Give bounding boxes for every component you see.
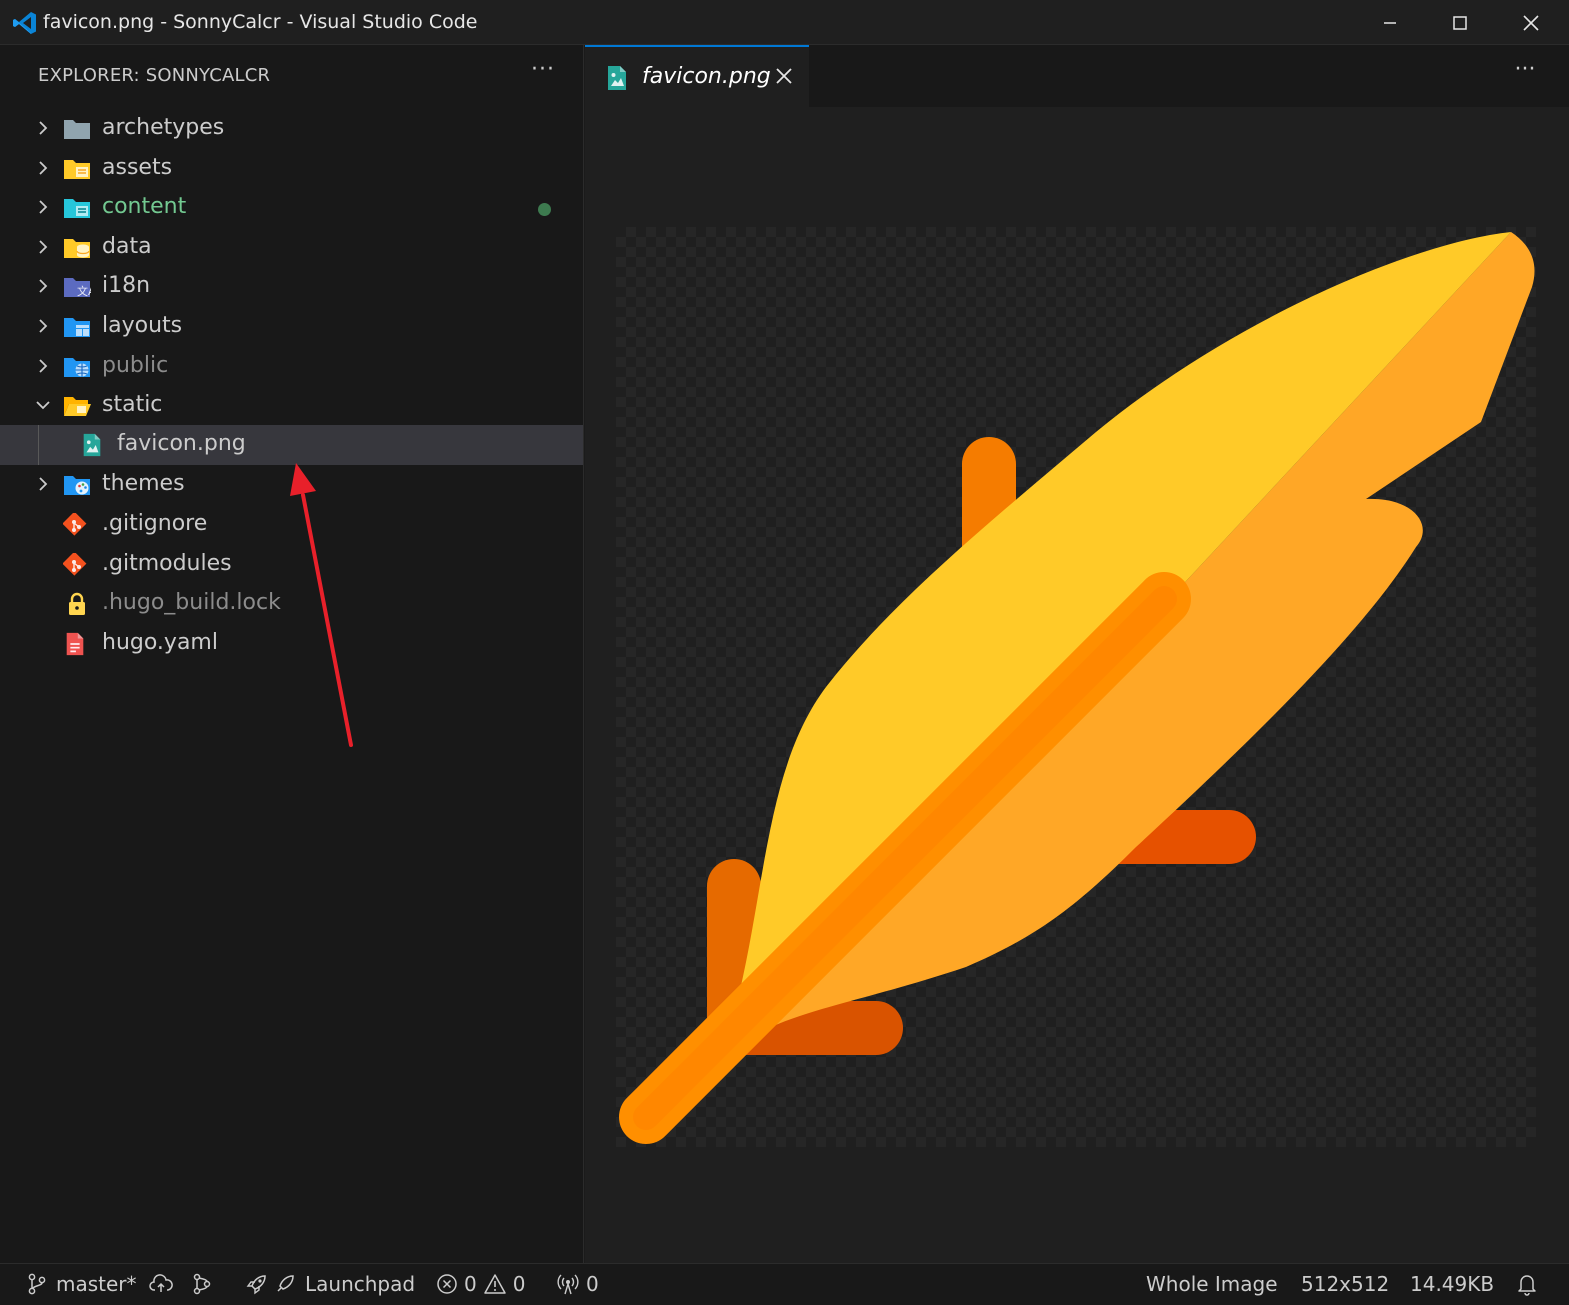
tree-item-static[interactable]: static — [0, 386, 583, 426]
git-icon — [63, 553, 87, 576]
folder-layouts-icon — [64, 318, 90, 337]
git-branch-icon — [28, 1273, 46, 1295]
image-preview[interactable] — [616, 227, 1536, 1147]
image-file-icon — [83, 433, 101, 457]
maximize-button[interactable] — [1425, 0, 1495, 45]
tree-item-label: .hugo_build.lock — [102, 590, 281, 615]
tab-favicon-png[interactable]: favicon.png — [585, 45, 809, 107]
tree-item-label: assets — [102, 155, 173, 180]
ports-status[interactable]: 0 — [556, 1272, 599, 1296]
chevron-right-icon — [39, 279, 48, 293]
warning-count: 0 — [512, 1272, 526, 1296]
launchpad-label: Launchpad — [305, 1272, 416, 1296]
tree-item-label: .gitignore — [102, 511, 208, 536]
folder-i18n-icon: 文A — [64, 278, 91, 298]
folder-themes-icon — [64, 476, 90, 495]
tree-item-label: public — [102, 353, 169, 378]
tree-item-favicon[interactable]: favicon.png — [0, 425, 583, 465]
tree-item-label: favicon.png — [117, 431, 246, 456]
tree-item-archetypes[interactable]: archetypes — [0, 109, 583, 149]
branch-name: master* — [56, 1272, 137, 1296]
warning-icon — [483, 1274, 506, 1294]
folder-open-icon — [64, 397, 91, 416]
tree-item-label: hugo.yaml — [102, 630, 218, 655]
git-graph-button[interactable] — [190, 1272, 214, 1296]
explorer-sidebar: EXPLORER: SONNYCALCR ··· archetypes asse… — [0, 45, 584, 1263]
folder-content-icon — [64, 199, 90, 218]
window-title: favicon.png - SonnyCalcr - Visual Studio… — [43, 11, 478, 33]
tree-item-layouts[interactable]: layouts — [0, 307, 583, 347]
tree-item-label: static — [102, 392, 163, 417]
vscode-logo-icon — [13, 12, 36, 34]
title-bar: favicon.png - SonnyCalcr - Visual Studio… — [0, 0, 1569, 45]
tab-bar: favicon.png ··· — [585, 45, 1569, 107]
chevron-right-icon — [39, 161, 48, 175]
chevron-right-icon — [39, 200, 48, 214]
launchpad-button[interactable]: Launchpad — [245, 1272, 415, 1296]
svg-text:文A: 文A — [77, 284, 91, 298]
tree-item-public[interactable]: public — [0, 347, 583, 387]
tree-item-assets[interactable]: assets — [0, 149, 583, 189]
tree-item-data[interactable]: data — [0, 228, 583, 268]
tab-label: favicon.png — [642, 64, 771, 89]
chevron-right-icon — [39, 359, 48, 373]
tree-item-gitmodules[interactable]: .gitmodules — [0, 545, 583, 585]
close-window-button[interactable] — [1496, 0, 1566, 45]
tree-item-label: archetypes — [102, 115, 225, 140]
folder-gray-icon — [64, 120, 90, 139]
image-filesize: 14.49KB — [1410, 1272, 1495, 1296]
tree-item-label: i18n — [102, 273, 151, 298]
error-icon — [437, 1274, 457, 1294]
folder-public-icon — [64, 358, 90, 377]
close-icon[interactable] — [773, 65, 795, 87]
broadcast-icon — [557, 1274, 579, 1295]
git-compare-icon — [193, 1273, 211, 1295]
branch-status[interactable]: master* — [26, 1272, 173, 1296]
notifications-button[interactable] — [1516, 1272, 1538, 1296]
cloud-upload-icon — [148, 1274, 173, 1292]
chevron-right-icon — [39, 319, 48, 333]
tree-item-label: content — [102, 194, 187, 219]
tree-item-label: data — [102, 234, 152, 259]
ports-count: 0 — [586, 1272, 599, 1296]
explorer-more-actions-button[interactable]: ··· — [528, 59, 558, 87]
tree-item-hugo-yaml[interactable]: hugo.yaml — [0, 624, 583, 664]
rocket-outline-icon — [277, 1275, 294, 1292]
tree-item-label: layouts — [102, 313, 183, 338]
yaml-file-icon — [66, 632, 84, 656]
folder-data-icon — [64, 239, 90, 258]
error-count: 0 — [464, 1272, 477, 1296]
minimize-button[interactable] — [1355, 0, 1425, 45]
tree-item-hugo-build-lock[interactable]: .hugo_build.lock — [0, 584, 583, 624]
lock-icon — [69, 592, 85, 615]
image-dimensions: 512x512 — [1301, 1272, 1390, 1296]
editor-area: favicon.png ··· — [585, 45, 1569, 1263]
problems-status[interactable]: 0 0 — [436, 1272, 525, 1296]
tree-item-label: themes — [102, 471, 185, 496]
rocket-icon — [246, 1275, 266, 1295]
maximize-icon — [1453, 15, 1467, 30]
chevron-down-icon — [36, 401, 50, 410]
chevron-right-icon — [39, 477, 48, 491]
git-icon — [63, 513, 87, 536]
status-bar: master* Launchpad 0 0 0 Whole Image 512x… — [0, 1263, 1569, 1305]
explorer-header: EXPLORER: SONNYCALCR — [38, 65, 271, 86]
modified-indicator-dot — [538, 203, 551, 216]
indent-guide — [38, 425, 39, 465]
folder-assets-icon — [64, 160, 90, 179]
tree-item-gitignore[interactable]: .gitignore — [0, 505, 583, 545]
tree-item-label: .gitmodules — [102, 551, 232, 576]
zoom-status[interactable]: Whole Image — [1146, 1272, 1278, 1296]
editor-more-actions-button[interactable]: ··· — [1510, 59, 1540, 85]
minimize-icon — [1384, 21, 1396, 24]
chevron-right-icon — [39, 240, 48, 254]
image-file-icon — [608, 66, 626, 90]
bell-icon — [1518, 1275, 1536, 1296]
feather-image — [619, 232, 1535, 1144]
close-icon — [1523, 14, 1539, 31]
tree-item-content[interactable]: content — [0, 188, 583, 228]
tree-item-i18n[interactable]: 文A i18n — [0, 267, 583, 307]
chevron-right-icon — [39, 121, 48, 135]
tree-item-themes[interactable]: themes — [0, 465, 583, 505]
